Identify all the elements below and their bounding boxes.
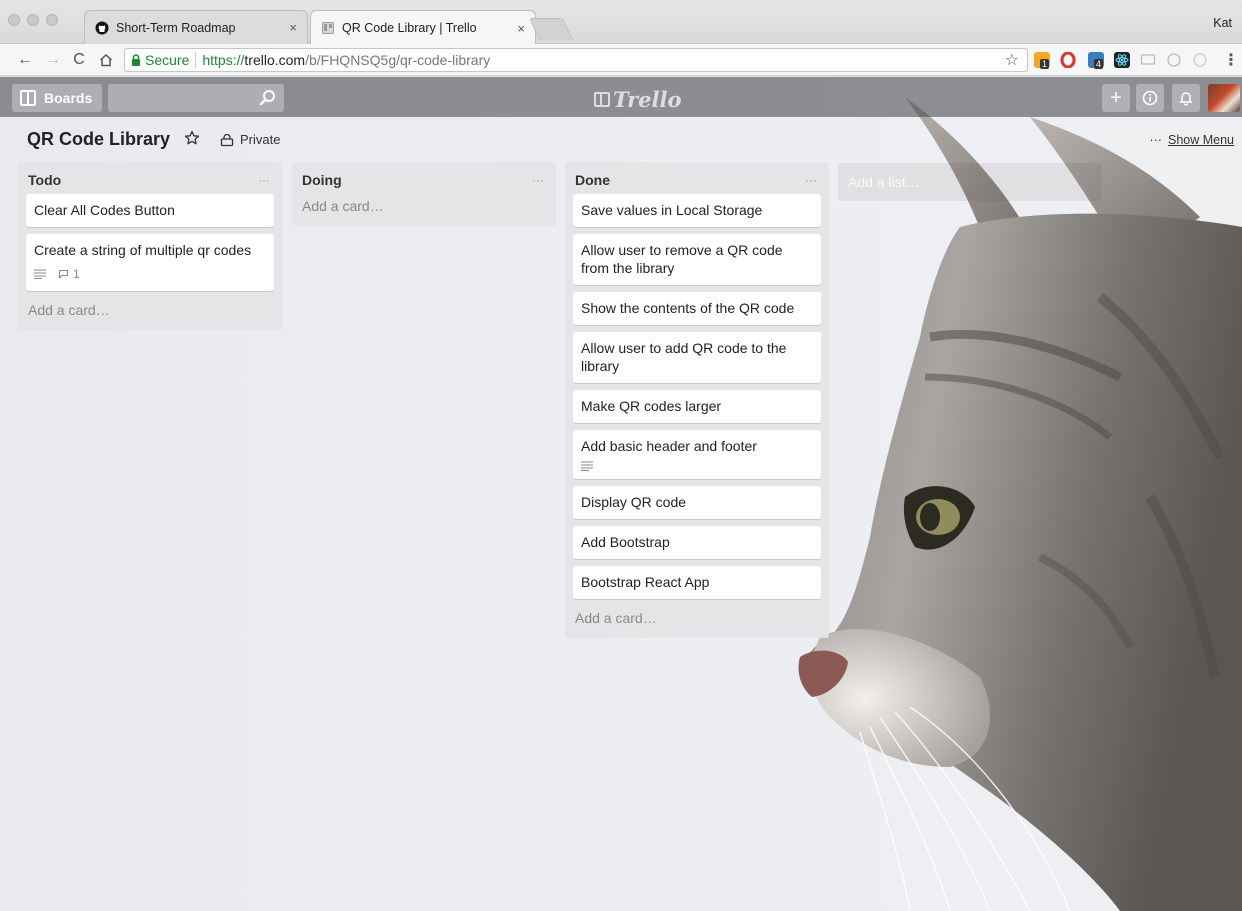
card-title: Show the contents of the QR code bbox=[581, 300, 795, 316]
boards-icon bbox=[20, 90, 36, 106]
card[interactable]: Bootstrap React App bbox=[573, 566, 821, 599]
info-icon[interactable] bbox=[1136, 84, 1164, 112]
board-privacy-button[interactable]: Private bbox=[220, 132, 280, 147]
list-title[interactable]: Done bbox=[575, 172, 610, 188]
list-menu-icon[interactable]: ··· bbox=[258, 173, 270, 187]
card[interactable]: Create a string of multiple qr codes 1 bbox=[26, 234, 274, 291]
comment-icon bbox=[58, 269, 69, 279]
list-menu-icon[interactable]: ··· bbox=[805, 173, 817, 187]
opera-icon[interactable] bbox=[1060, 51, 1076, 69]
boards-label: Boards bbox=[44, 90, 93, 106]
window-minimize-button[interactable] bbox=[27, 14, 39, 26]
tab-title: Short-Term Roadmap bbox=[116, 20, 236, 35]
card[interactable]: Allow user to add QR code to the library bbox=[573, 332, 821, 383]
add-card-link[interactable]: Add a card… bbox=[26, 298, 274, 324]
card-badges bbox=[581, 461, 813, 471]
add-card-link[interactable]: Add a card… bbox=[300, 194, 548, 220]
browser-tab-strip: Short-Term Roadmap × QR Code Library | T… bbox=[0, 0, 1242, 45]
tab-close-icon[interactable]: × bbox=[517, 21, 525, 36]
home-icon[interactable] bbox=[95, 49, 117, 71]
card-title: Display QR code bbox=[581, 494, 687, 510]
card-title: Allow user to add QR code to the library bbox=[581, 340, 787, 374]
card-title: Bootstrap React App bbox=[581, 574, 710, 590]
browser-tab-qr-code-library[interactable]: QR Code Library | Trello × bbox=[310, 10, 536, 45]
show-menu-button[interactable]: ··· Show Menu bbox=[1149, 133, 1234, 147]
card-title: Allow user to remove a QR code from the … bbox=[581, 242, 783, 276]
card-title: Save values in Local Storage bbox=[581, 202, 763, 218]
comment-count: 1 bbox=[73, 267, 80, 281]
react-devtools-icon[interactable] bbox=[1114, 52, 1130, 68]
card-badges: 1 bbox=[34, 265, 266, 283]
list-header[interactable]: Doing ··· bbox=[300, 166, 548, 194]
card-title: Add Bootstrap bbox=[581, 534, 670, 550]
url-host: trello.com bbox=[244, 52, 306, 68]
user-avatar[interactable] bbox=[1208, 84, 1240, 112]
list-menu-icon[interactable]: ··· bbox=[532, 173, 544, 187]
window-zoom-button[interactable] bbox=[46, 14, 58, 26]
card[interactable]: Display QR code bbox=[573, 486, 821, 519]
list-done: Done ··· Save values in Local Storage Al… bbox=[565, 162, 829, 638]
cast-icon[interactable] bbox=[1140, 52, 1156, 68]
board-title[interactable]: QR Code Library bbox=[27, 129, 170, 150]
url-scheme: https:// bbox=[202, 52, 245, 68]
clock-icon[interactable] bbox=[1192, 52, 1208, 68]
card[interactable]: Add Bootstrap bbox=[573, 526, 821, 559]
description-icon bbox=[34, 269, 46, 279]
browser-toolbar: ← → C Secure https://trello.com/b/FHQNSQ… bbox=[0, 44, 1242, 76]
privacy-label: Private bbox=[240, 132, 281, 147]
forward-arrow-icon[interactable]: → bbox=[42, 49, 64, 71]
card-title: Add basic header and footer bbox=[581, 438, 757, 454]
url-path: /b/FHQNSQ5g/qr-code-library bbox=[305, 52, 491, 68]
notifications-bell-icon[interactable] bbox=[1172, 84, 1200, 112]
browser-tab-short-term-roadmap[interactable]: Short-Term Roadmap × bbox=[84, 10, 308, 44]
list-header[interactable]: Done ··· bbox=[573, 166, 821, 194]
trello-logo-text: Trello bbox=[613, 87, 682, 112]
tab-title: QR Code Library | Trello bbox=[342, 21, 477, 35]
card[interactable]: Clear All Codes Button bbox=[26, 194, 274, 227]
card-title: Create a string of multiple qr codes bbox=[34, 242, 252, 258]
trello-icon bbox=[321, 21, 335, 35]
browser-menu-icon[interactable]: ⋮ bbox=[1220, 49, 1242, 71]
search-icon[interactable] bbox=[258, 88, 278, 108]
card-title: Make QR codes larger bbox=[581, 398, 722, 414]
github-icon bbox=[95, 21, 109, 35]
list-header[interactable]: Todo ··· bbox=[26, 166, 274, 194]
add-list-input[interactable]: Add a list… bbox=[838, 163, 1102, 201]
secure-label: Secure bbox=[145, 52, 190, 68]
private-lock-icon bbox=[220, 133, 234, 146]
boards-button[interactable]: Boards bbox=[12, 84, 102, 112]
card[interactable]: Add basic header and footer bbox=[573, 430, 821, 479]
list-doing: Doing ··· Add a card… bbox=[292, 162, 556, 226]
trello-logo[interactable]: Trello bbox=[594, 87, 682, 112]
lastpass-icon[interactable]: 4 bbox=[1088, 52, 1104, 69]
card-title: Clear All Codes Button bbox=[34, 202, 175, 218]
list-todo: Todo ··· Clear All Codes Button Create a… bbox=[18, 162, 282, 330]
tab-close-icon[interactable]: × bbox=[289, 20, 297, 35]
card[interactable]: Show the contents of the QR code bbox=[573, 292, 821, 325]
back-arrow-icon[interactable]: ← bbox=[14, 49, 36, 71]
reload-icon[interactable]: C bbox=[68, 49, 90, 71]
add-icon[interactable]: + bbox=[1102, 84, 1130, 112]
card[interactable]: Make QR codes larger bbox=[573, 390, 821, 423]
omnibox-separator bbox=[195, 52, 197, 68]
card[interactable]: Allow user to remove a QR code from the … bbox=[573, 234, 821, 285]
description-icon bbox=[581, 461, 593, 471]
lock-icon bbox=[132, 54, 140, 66]
window-close-button[interactable] bbox=[8, 14, 20, 26]
trello-logo-icon bbox=[594, 92, 610, 107]
bookmark-star-icon[interactable]: ☆ bbox=[1005, 50, 1019, 70]
more-dots-icon: ··· bbox=[1149, 133, 1162, 147]
card[interactable]: Save values in Local Storage bbox=[573, 194, 821, 227]
list-title[interactable]: Doing bbox=[302, 172, 342, 188]
star-board-icon[interactable] bbox=[184, 130, 200, 146]
adblock-icon[interactable] bbox=[1166, 52, 1182, 68]
add-card-link[interactable]: Add a card… bbox=[573, 606, 821, 632]
show-menu-label: Show Menu bbox=[1167, 133, 1234, 147]
calendar-extension-icon[interactable]: 1 bbox=[1034, 52, 1050, 69]
list-title[interactable]: Todo bbox=[28, 172, 61, 188]
address-bar[interactable]: Secure https://trello.com/b/FHQNSQ5g/qr-… bbox=[124, 48, 1028, 72]
browser-profile-name[interactable]: Kat bbox=[1213, 16, 1232, 30]
